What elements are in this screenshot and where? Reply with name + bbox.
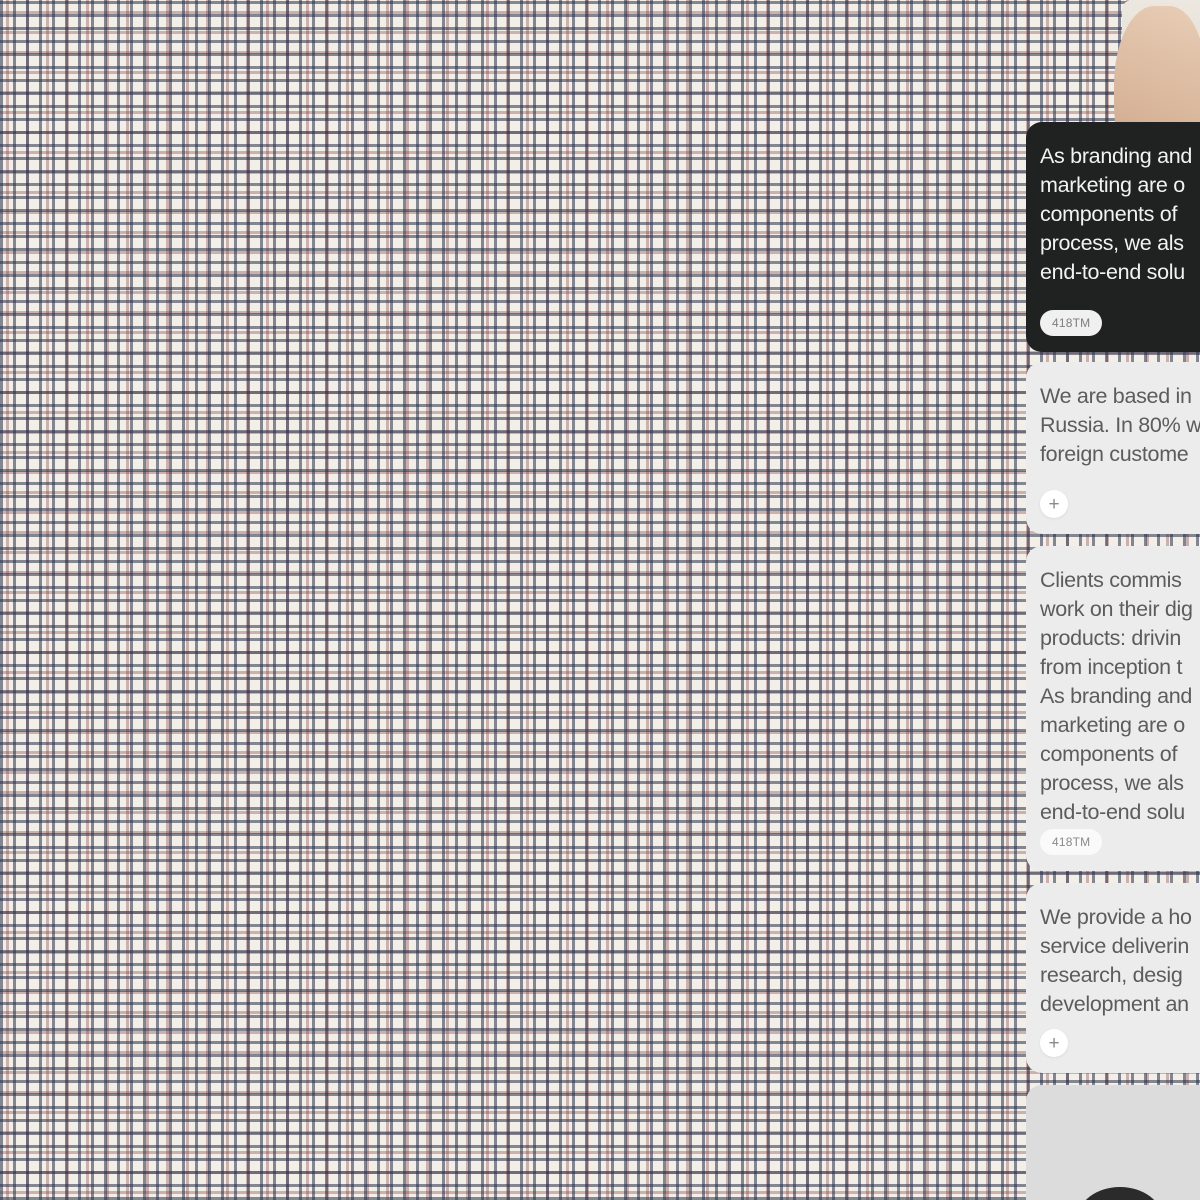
brand-badge: 418TM — [1040, 829, 1103, 855]
right-photo-card[interactable] — [0, 0, 1200, 1200]
right-dark-card-text: As branding and marketing are o components… — [1040, 144, 1193, 284]
right-card-location: We are based in Russia. In 80% w foreign c… — [1026, 362, 1200, 534]
right-card-location-text: We are based in Russia. In 80% w foreign c… — [1040, 384, 1200, 466]
right-dark-text-card: As branding and marketing are o components… — [1026, 122, 1200, 352]
add-icon[interactable]: + — [1040, 490, 1068, 518]
plaid-shirt-photo — [0, 0, 1200, 1200]
right-card-services: We provide a ho service deliverin research… — [1026, 883, 1200, 1073]
app-canvas: ...aving strategy, ...development we ...… — [0, 0, 1200, 1200]
dark-blob-shape — [1078, 1187, 1162, 1200]
add-icon[interactable]: + — [1040, 1029, 1068, 1057]
right-card-clients-text: Clients commis work on their dig products:… — [1040, 568, 1193, 824]
right-bottom-media-card[interactable]: 24 — [1026, 1085, 1200, 1200]
right-card-services-text: We provide a ho service deliverin research… — [1040, 905, 1192, 1016]
right-card-clients: Clients commis work on their dig products:… — [1026, 546, 1200, 871]
brand-badge: 418TM — [1040, 310, 1103, 336]
